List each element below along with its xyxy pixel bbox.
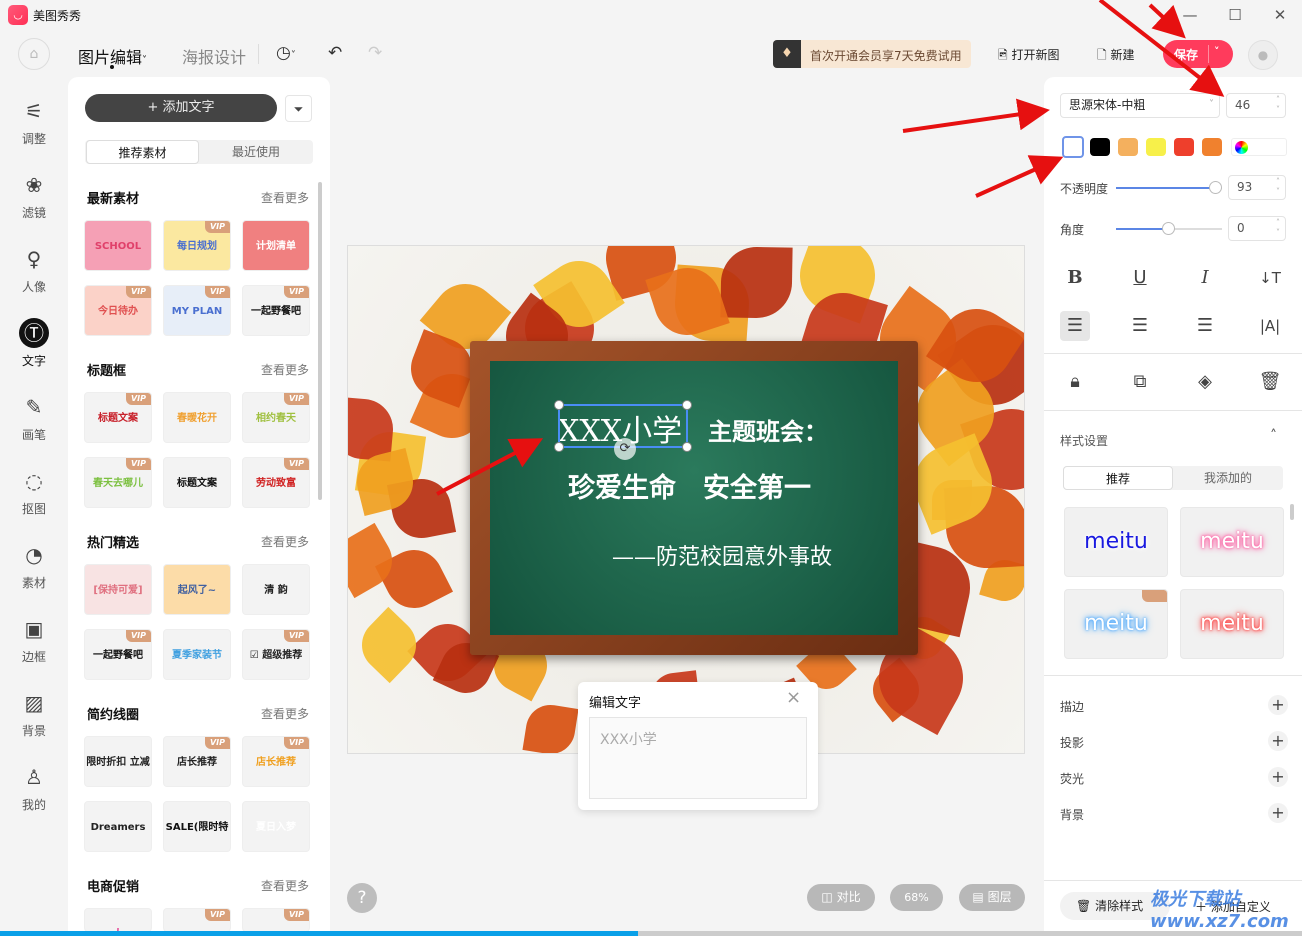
arrow-to-color — [975, 155, 1064, 198]
arrow-to-save — [1148, 3, 1186, 39]
arrow-to-font — [902, 98, 1050, 133]
annotation-arrows — [436, 0, 1225, 496]
arrow-to-text — [436, 438, 544, 496]
